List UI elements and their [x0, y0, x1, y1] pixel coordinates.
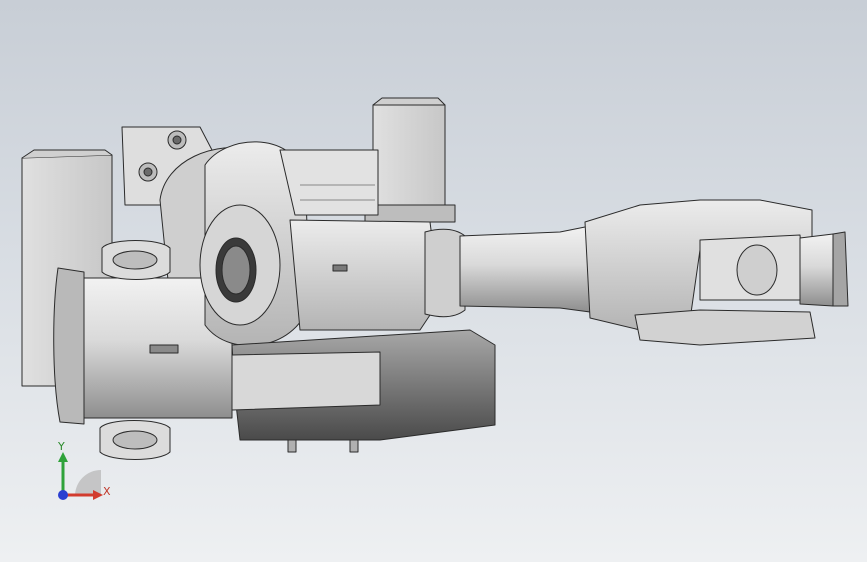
forearm-label-slot: [332, 264, 348, 272]
x-axis-label: X: [103, 485, 111, 498]
forearm-tube[interactable]: [459, 225, 591, 313]
gearbox-ring[interactable]: [231, 351, 381, 411]
base-label-slot: [149, 344, 179, 354]
elbow-flange[interactable]: [424, 228, 466, 318]
servo-motor-body[interactable]: [372, 104, 446, 206]
z-axis-dot-icon: [58, 490, 68, 500]
robot-arm-model[interactable]: [0, 0, 867, 562]
y-axis-arrow-icon: [58, 452, 68, 462]
cad-viewport[interactable]: Y X: [0, 0, 867, 562]
base-motor-cap[interactable]: [53, 267, 85, 425]
bolt: [287, 439, 297, 453]
upper-frame[interactable]: [279, 149, 379, 216]
axis-triad: [58, 452, 103, 500]
y-axis-label: Y: [58, 440, 65, 453]
wrist-lower-link[interactable]: [634, 309, 816, 346]
forearm-housing[interactable]: [289, 219, 441, 331]
bolt: [349, 439, 359, 453]
